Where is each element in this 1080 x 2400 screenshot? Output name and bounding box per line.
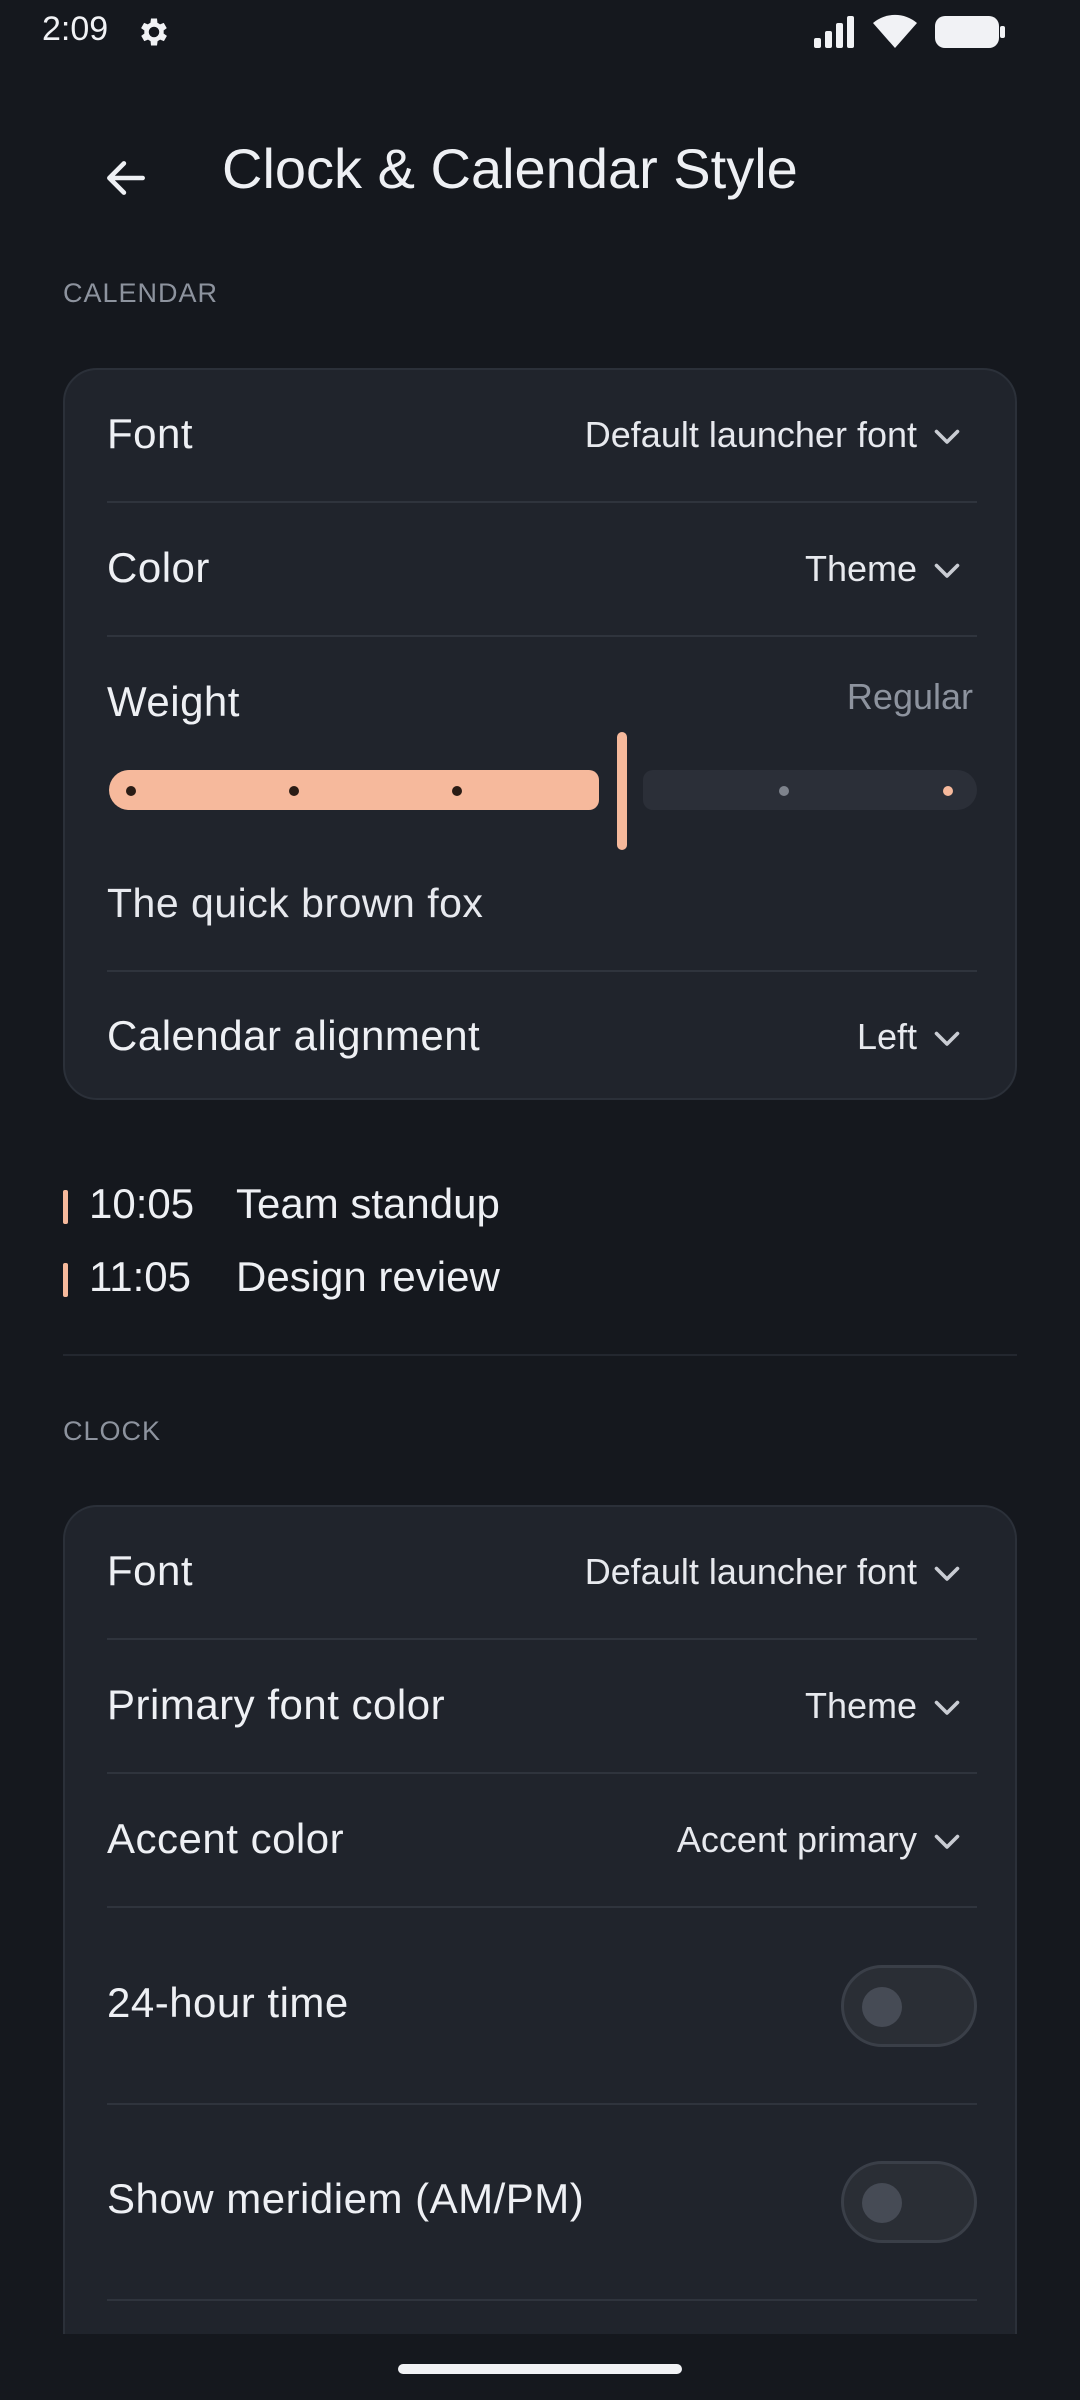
toggle-knob — [862, 2183, 902, 2223]
event-accent-bar — [63, 1190, 68, 1224]
status-bar: 2:09 — [0, 0, 1080, 64]
battery-icon — [935, 16, 1005, 48]
weight-value: Regular — [846, 676, 973, 717]
meridiem-toggle[interactable] — [841, 2161, 977, 2243]
event-time: 11:05 — [89, 1253, 191, 1300]
calendar-font-value: Default launcher font — [584, 414, 917, 455]
slider-tick — [943, 786, 953, 796]
divider — [107, 635, 977, 637]
slider-tick — [452, 786, 462, 796]
toggle-knob — [862, 1987, 902, 2027]
wifi-icon — [873, 14, 917, 48]
chevron-down-icon — [934, 429, 960, 444]
slider-tick — [779, 786, 789, 796]
divider — [107, 1772, 977, 1774]
accent-color-label: Accent color — [107, 1815, 345, 1862]
clock-font-row[interactable]: Font Default launcher font — [107, 1507, 977, 1639]
event-title: Team standup — [236, 1180, 500, 1227]
chevron-down-icon — [934, 1700, 960, 1715]
weight-label: Weight — [107, 678, 240, 725]
slider-active-track — [109, 770, 599, 810]
calendar-alignment-label: Calendar alignment — [107, 1012, 481, 1059]
back-button[interactable] — [88, 140, 164, 216]
calendar-section-label: CALENDAR — [63, 278, 219, 308]
section-divider — [63, 1354, 1017, 1356]
event-time: 10:05 — [89, 1180, 195, 1227]
meridiem-row[interactable]: Show meridiem (AM/PM) — [107, 2105, 977, 2299]
hour24-row[interactable]: 24-hour time — [107, 1909, 977, 2103]
clock-section-label: CLOCK — [63, 1416, 162, 1446]
signal-icon — [814, 16, 854, 48]
gear-icon — [141, 18, 167, 46]
calendar-alignment-value: Left — [856, 1016, 917, 1057]
arrow-left-icon — [107, 161, 145, 195]
slider-tick — [126, 786, 136, 796]
calendar-color-label: Color — [107, 544, 210, 591]
list-item: 11:05 Design review — [63, 1253, 763, 1303]
calendar-color-row[interactable]: Color Theme — [107, 504, 977, 636]
page-title: Clock & Calendar Style — [222, 137, 798, 200]
primary-font-color-value: Theme — [804, 1685, 917, 1726]
list-item: 10:05 Team standup — [63, 1180, 763, 1230]
primary-font-color-row[interactable]: Primary font color Theme — [107, 1641, 977, 1773]
divider — [107, 2299, 977, 2301]
calendar-color-value: Theme — [804, 548, 917, 589]
status-time: 2:09 — [42, 10, 109, 48]
app-bar: Clock & Calendar Style — [0, 110, 1080, 230]
chevron-down-icon — [934, 1031, 960, 1046]
chevron-down-icon — [934, 1834, 960, 1849]
chevron-down-icon — [934, 563, 960, 578]
divider — [107, 1906, 977, 1908]
event-title: Design review — [236, 1253, 500, 1300]
divider — [107, 1638, 977, 1640]
slider-inactive-track — [643, 770, 977, 810]
meridiem-label: Show meridiem (AM/PM) — [107, 2175, 585, 2222]
font-preview-text: The quick brown fox — [107, 880, 484, 926]
primary-font-color-label: Primary font color — [107, 1681, 446, 1728]
weight-slider[interactable] — [109, 732, 977, 850]
chevron-down-icon — [934, 1566, 960, 1581]
accent-color-row[interactable]: Accent color Accent primary — [107, 1775, 977, 1907]
hour24-label: 24-hour time — [107, 1979, 349, 2026]
calendar-font-row[interactable]: Font Default launcher font — [107, 370, 977, 502]
hour24-toggle[interactable] — [841, 1965, 977, 2047]
accent-color-value: Accent primary — [676, 1819, 917, 1860]
calendar-font-label: Font — [107, 410, 194, 457]
slider-thumb[interactable] — [617, 732, 627, 850]
calendar-alignment-row[interactable]: Calendar alignment Left — [107, 972, 977, 1100]
slider-tick — [289, 786, 299, 796]
clock-font-value: Default launcher font — [584, 1551, 917, 1592]
divider — [107, 501, 977, 503]
clock-settings-card: Font Default launcher font Primary font … — [63, 1505, 1017, 2365]
event-accent-bar — [63, 1263, 68, 1297]
calendar-settings-card: Font Default launcher font Color Theme W… — [63, 368, 1017, 1100]
clock-font-label: Font — [107, 1547, 194, 1594]
home-indicator[interactable] — [398, 2364, 682, 2374]
